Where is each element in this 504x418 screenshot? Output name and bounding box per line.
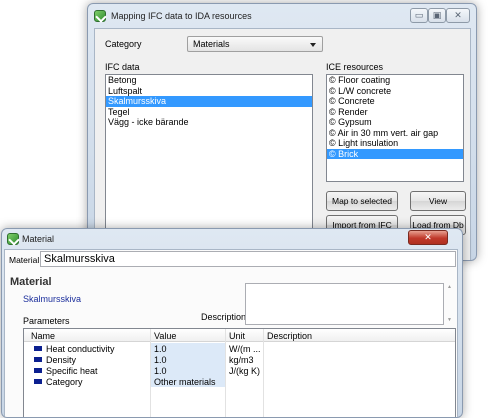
- ice-list-item[interactable]: © Gypsum: [327, 117, 463, 128]
- row-value[interactable]: 1.0: [154, 355, 167, 365]
- column-header-description[interactable]: Description: [267, 331, 312, 341]
- chevron-down-icon: [310, 43, 316, 47]
- material-name-input[interactable]: Skalmursskiva: [40, 251, 456, 267]
- table-row[interactable]: Heat conductivity 1.0 W/(m ...: [24, 343, 455, 354]
- ice-list-item[interactable]: © Light insulation: [327, 138, 463, 149]
- material-field-label: Material: [9, 255, 40, 265]
- table-row[interactable]: Density 1.0 kg/m3: [24, 354, 455, 365]
- ice-list-item-selected[interactable]: © Brick: [327, 148, 463, 159]
- material-window: Material ✕ Material Skalmursskiva Materi…: [1, 228, 463, 418]
- material-titlebar[interactable]: Material ✕: [2, 229, 462, 251]
- map-to-selected-button[interactable]: Map to selected: [326, 191, 398, 211]
- parameter-swatch-icon: [34, 357, 42, 362]
- ifc-list-item-selected[interactable]: Skalmursskiva: [106, 96, 312, 107]
- ice-list-item[interactable]: © Air in 30 mm vert. air gap: [327, 128, 463, 139]
- ifc-list-item[interactable]: Vägg - icke bärande: [106, 117, 312, 128]
- row-value[interactable]: 1.0: [154, 366, 167, 376]
- row-name: Category: [46, 377, 83, 387]
- app-icon: [94, 10, 106, 22]
- close-button[interactable]: ✕: [446, 8, 470, 23]
- mapping-window-title: Mapping IFC data to IDA resources: [111, 11, 252, 21]
- material-window-title: Material: [22, 234, 55, 244]
- table-row[interactable]: Specific heat 1.0 J/(kg K): [24, 365, 455, 376]
- material-name-link[interactable]: Skalmursskiva: [23, 294, 81, 304]
- parameter-swatch-icon: [34, 368, 42, 373]
- column-header-value[interactable]: Value: [154, 331, 176, 341]
- close-button[interactable]: ✕: [408, 230, 448, 245]
- table-row[interactable]: Category Other materials: [24, 376, 455, 387]
- view-button[interactable]: View: [410, 191, 466, 211]
- scroll-down-icon[interactable]: ▼: [447, 317, 452, 323]
- parameter-swatch-icon: [34, 346, 42, 351]
- mapping-window: Mapping IFC data to IDA resources ▭ ▣ ✕ …: [87, 3, 477, 261]
- row-name: Heat conductivity: [46, 344, 115, 354]
- material-name-value: Skalmursskiva: [44, 253, 115, 265]
- row-value[interactable]: 1.0: [154, 344, 167, 354]
- category-select[interactable]: Materials: [187, 36, 323, 52]
- category-select-value: Materials: [193, 39, 230, 49]
- column-header-name[interactable]: Name: [31, 331, 55, 341]
- row-unit: W/(m ...: [229, 344, 261, 354]
- ice-list-item[interactable]: © L/W concrete: [327, 86, 463, 97]
- ifc-list-item[interactable]: Betong: [106, 75, 312, 86]
- maximize-button[interactable]: ▣: [428, 8, 446, 23]
- ice-list-item[interactable]: © Floor coating: [327, 75, 463, 86]
- app-icon: [7, 233, 19, 245]
- row-unit: kg/m3: [229, 355, 254, 365]
- row-unit: J/(kg K): [229, 366, 261, 376]
- ice-list-item[interactable]: © Render: [327, 107, 463, 118]
- row-name: Density: [46, 355, 77, 365]
- scroll-up-icon[interactable]: ▲: [447, 284, 452, 290]
- ice-resources-label: ICE resources: [326, 62, 384, 72]
- ifc-list-item[interactable]: Tegel: [106, 107, 312, 118]
- section-heading: Material: [10, 276, 52, 288]
- parameters-label: Parameters: [23, 316, 70, 326]
- minimize-button[interactable]: ▭: [410, 8, 428, 23]
- table-header: Name Value Unit Description: [24, 329, 455, 342]
- ice-list-item[interactable]: © Concrete: [327, 96, 463, 107]
- row-value[interactable]: Other materials: [154, 377, 216, 387]
- column-header-unit[interactable]: Unit: [229, 331, 245, 341]
- parameter-swatch-icon: [34, 379, 42, 384]
- ifc-data-label: IFC data: [105, 62, 140, 72]
- material-client-area: Material Skalmursskiva Material Skalmurs…: [4, 249, 458, 417]
- category-label: Category: [105, 39, 142, 49]
- ice-resources-list[interactable]: © Floor coating © L/W concrete © Concret…: [326, 74, 464, 182]
- ifc-list-item[interactable]: Luftspalt: [106, 86, 312, 97]
- row-name: Specific heat: [46, 366, 98, 376]
- description-input[interactable]: [245, 283, 444, 325]
- mapping-titlebar[interactable]: Mapping IFC data to IDA resources ▭ ▣ ✕: [88, 4, 476, 26]
- parameters-table[interactable]: Name Value Unit Description Heat conduct…: [23, 328, 456, 417]
- description-label: Description: [201, 312, 247, 322]
- mapping-client-area: Category Materials IFC data ICE resource…: [94, 28, 471, 260]
